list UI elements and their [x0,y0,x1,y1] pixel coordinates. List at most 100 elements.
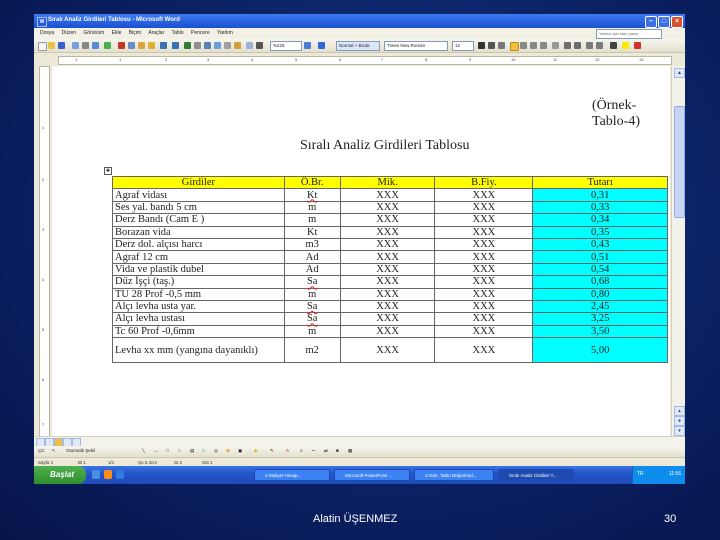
align-center-icon[interactable] [520,42,527,49]
cell-quantity[interactable]: XXX [339,225,436,239]
justify-icon[interactable] [540,42,547,49]
cell-unit[interactable]: Sa [283,299,341,314]
clock[interactable]: 11:56 [669,471,681,477]
menu-insert[interactable]: Ekle [112,28,122,39]
cell-quantity[interactable]: XXX [339,312,436,326]
line-color-icon[interactable]: ✎ [270,448,274,454]
zoom-select[interactable]: %225 [270,41,302,51]
cell-quantity[interactable]: XXX [339,188,436,202]
horizontal-ruler[interactable]: 1 1 2 3 4 5 6 7 8 9 10 11 12 13 [34,54,685,66]
browse-object-icon[interactable]: ● [674,416,685,426]
email-icon[interactable] [72,42,79,49]
cell-input[interactable]: Derz dol. alçısı harcı [112,237,285,252]
line-icon[interactable]: ╲ [142,448,145,454]
cell-amount[interactable]: 0,34 [532,213,668,227]
cell-input[interactable]: Borazan vida [112,225,285,239]
insert-excel-icon[interactable] [214,42,221,49]
3d-icon[interactable]: ▦ [348,448,352,454]
cell-unit[interactable]: Kt [283,225,341,239]
cell-input[interactable]: Levha xx mm (yangına dayanıklı) [112,337,285,364]
align-right-icon[interactable] [530,42,537,49]
header-inputs[interactable]: Girdiler [112,175,285,190]
task-gun-tablo[interactable]: 3-Gün. Tablo Değerlend... [414,469,494,481]
cut-icon[interactable] [118,42,125,49]
cell-amount[interactable]: 0,51 [532,250,668,264]
cell-amount[interactable]: 5,00 [532,337,668,364]
cell-input[interactable]: TU 28 Prof -0,5 mm [112,287,285,301]
cell-unit-price[interactable]: XXX [434,225,534,239]
cell-amount[interactable]: 2,45 [532,299,668,314]
help-search-input[interactable]: Yardım için soru yazın [596,29,662,39]
autoshapes-menu[interactable]: Otomatik Şekil [66,448,95,453]
cell-quantity[interactable]: XXX [339,213,436,227]
cell-unit-price[interactable]: XXX [434,275,534,289]
help-icon[interactable] [304,42,311,49]
scroll-up-icon[interactable]: ▲ [674,68,685,78]
picture-icon[interactable]: ▣ [238,448,242,454]
cell-unit-price[interactable]: XXX [434,262,534,277]
draw-menu[interactable]: Çiz [38,448,45,453]
read-icon[interactable] [318,42,325,49]
cell-unit-price[interactable]: XXX [434,324,534,339]
font-color-icon[interactable] [634,42,641,49]
cell-unit[interactable]: Ad [283,250,341,264]
cell-quantity[interactable]: XXX [339,287,436,301]
menu-table[interactable]: Tablo [172,28,184,39]
document-page[interactable]: (Örnek-Tablo-4) Sıralı Analiz Girdileri … [52,66,670,436]
clip-art-icon[interactable]: ✿ [226,448,230,454]
cell-amount[interactable]: 0,43 [532,237,668,252]
cell-unit[interactable]: m [283,213,341,227]
dash-style-icon[interactable]: ┅ [312,448,315,454]
diagram-icon[interactable]: ◎ [214,448,218,454]
header-amount[interactable]: Tutarı [532,175,668,190]
header-quantity[interactable]: Mik. [339,175,436,190]
cell-quantity[interactable]: XXX [339,275,436,289]
cell-quantity[interactable]: XXX [339,262,436,277]
numbering-icon[interactable] [564,42,571,49]
cell-unit-price[interactable]: XXX [434,200,534,215]
align-left-icon[interactable] [510,42,519,51]
cell-unit[interactable]: m [283,200,341,215]
menu-tools[interactable]: Araçlar [148,28,164,39]
task-maliyet[interactable]: 2-Maliyet Hesap... [254,469,330,481]
cell-input[interactable]: Agraf 12 cm [112,250,285,264]
paste-icon[interactable] [138,42,145,49]
columns-icon[interactable] [224,42,231,49]
minimize-button[interactable]: – [645,16,657,28]
maximize-button[interactable]: □ [658,16,670,28]
cell-unit[interactable]: Ad [283,262,341,277]
highlight-icon[interactable] [622,42,629,49]
hyperlink-icon[interactable] [184,42,191,49]
cell-input[interactable]: Agraf vidası [112,188,285,202]
cell-amount[interactable]: 0,68 [532,275,668,289]
cell-input[interactable]: Tc 60 Prof -0,6mm [112,324,285,339]
table-move-handle-icon[interactable]: ✥ [104,167,112,175]
drawing-font-color-icon[interactable]: A [286,448,289,453]
save-icon[interactable] [58,42,65,49]
italic-icon[interactable] [488,42,495,49]
title-bar[interactable]: W Sıralı Analiz Girdileri Tablosu - Micr… [34,14,685,28]
oval-icon[interactable]: ○ [178,448,181,453]
shadow-icon[interactable]: ■ [336,448,339,453]
line-style-icon[interactable]: ≡ [300,448,303,453]
cell-unit[interactable]: m [283,287,341,301]
cell-amount[interactable]: 0,54 [532,262,668,277]
decrease-indent-icon[interactable] [586,42,593,49]
cell-unit-price[interactable]: XXX [434,250,534,264]
cell-unit-price[interactable]: XXX [434,213,534,227]
cell-unit-price[interactable]: XXX [434,337,534,364]
insert-table-icon[interactable] [204,42,211,49]
prev-page-icon[interactable]: ▴ [674,406,685,416]
print-preview-icon[interactable] [92,42,99,49]
cell-quantity[interactable]: XXX [339,337,436,364]
cell-input[interactable]: Vida ve plastik dubel [112,262,285,277]
cell-input[interactable]: Derz Bandı (Cam E ) [112,213,285,227]
cell-unit-price[interactable]: XXX [434,287,534,301]
font-select[interactable]: Times New Roman [384,41,448,51]
cell-quantity[interactable]: XXX [339,237,436,252]
spelling-icon[interactable] [104,42,111,49]
text-box-icon[interactable]: ▤ [190,448,194,454]
show-desktop-icon[interactable] [92,470,100,479]
browser-icon[interactable] [116,470,124,479]
cell-amount[interactable]: 3,25 [532,312,668,326]
